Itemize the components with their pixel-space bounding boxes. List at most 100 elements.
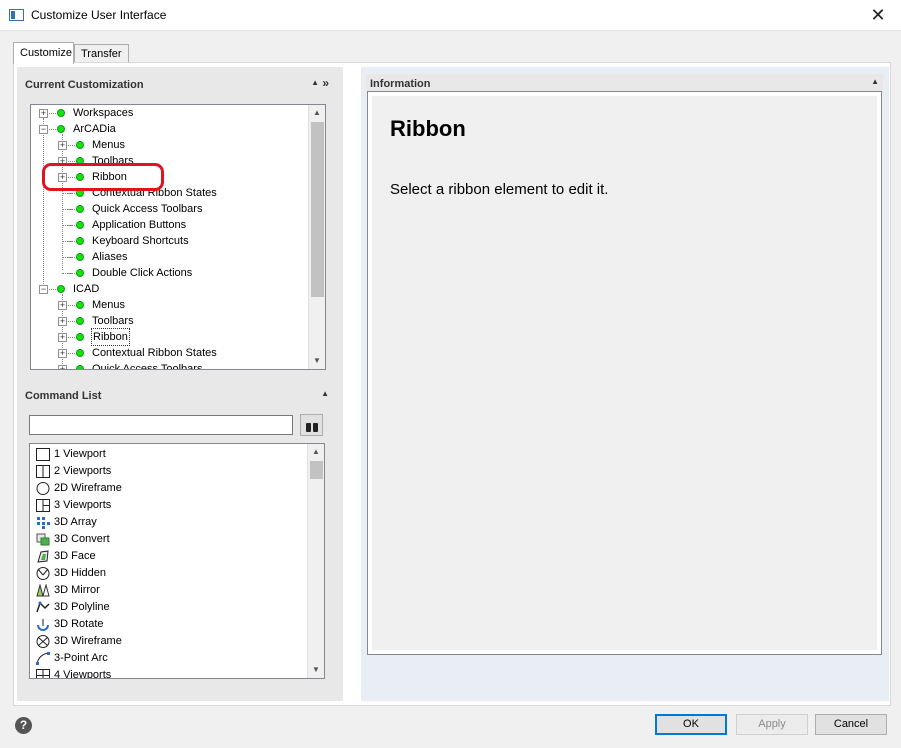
- customization-tree[interactable]: + Quick Access Toolbars + Contextual Ribbon…: [30, 104, 326, 370]
- command-search-input[interactable]: [29, 415, 293, 435]
- ok-button[interactable]: OK: [655, 714, 727, 735]
- expand-icon[interactable]: +: [58, 349, 67, 358]
- help-icon[interactable]: ?: [15, 717, 32, 734]
- command-item[interactable]: 3D Face: [34, 548, 304, 565]
- tree-item-label: ICAD: [73, 283, 100, 295]
- command-item[interactable]: 3D Rotate: [34, 616, 304, 633]
- tree-item[interactable]: Quick Access Toolbars: [31, 201, 308, 217]
- command-item[interactable]: 2 Viewports: [34, 463, 304, 480]
- tree-item[interactable]: + Ribbon: [31, 328, 308, 346]
- expand-icon[interactable]: +: [58, 141, 67, 150]
- tree-item[interactable]: + Quick Access Toolbars: [31, 361, 308, 370]
- command-item-label: 3D Polyline: [54, 601, 110, 613]
- tree-item-label: Contextual Ribbon States: [92, 347, 217, 359]
- collapse-icon[interactable]: ▲: [311, 78, 319, 87]
- status-dot-icon: [76, 253, 84, 261]
- command-item-label: 3D Mirror: [54, 584, 100, 596]
- command-item[interactable]: 3D Wireframe: [34, 633, 304, 650]
- collapse-icon[interactable]: −: [39, 125, 48, 134]
- status-dot-icon: [76, 205, 84, 213]
- command-item[interactable]: 3D Array: [34, 514, 304, 531]
- status-dot-icon: [76, 269, 84, 277]
- tree-item[interactable]: Application Buttons: [31, 217, 308, 233]
- tree-item-label: Aliases: [92, 251, 128, 263]
- information-content: Ribbon Select a ribbon element to edit i…: [372, 96, 877, 650]
- tree-item[interactable]: − ArCADia: [31, 121, 308, 137]
- four-viewports-icon: [36, 669, 50, 678]
- find-button[interactable]: [300, 414, 323, 436]
- expand-right-icon[interactable]: »: [322, 76, 329, 90]
- scroll-thumb[interactable]: [310, 461, 323, 479]
- face-3d-icon: [36, 550, 50, 563]
- binoculars-icon: [306, 419, 318, 432]
- status-dot-icon: [76, 349, 84, 357]
- command-item[interactable]: 2D Wireframe: [34, 480, 304, 497]
- status-dot-icon: [76, 221, 84, 229]
- scroll-up-icon[interactable]: ▲: [308, 444, 324, 460]
- scroll-thumb[interactable]: [311, 122, 324, 297]
- single-viewport-icon: [36, 448, 50, 461]
- cancel-button[interactable]: Cancel: [815, 714, 887, 735]
- tree-item[interactable]: + Menus: [31, 297, 308, 313]
- tab-transfer[interactable]: Transfer: [74, 44, 129, 63]
- collapse-icon[interactable]: ▲: [321, 389, 329, 398]
- tree-item[interactable]: Keyboard Shortcuts: [31, 233, 308, 249]
- tree-item[interactable]: − ICAD: [31, 281, 308, 297]
- collapse-icon[interactable]: −: [39, 285, 48, 294]
- tree-item-label: Toolbars: [92, 315, 134, 327]
- command-item-label: 3D Array: [54, 516, 97, 528]
- expand-icon[interactable]: +: [58, 317, 67, 326]
- tree-item[interactable]: Aliases: [31, 249, 308, 265]
- title-bar: Customize User Interface ✕: [0, 0, 901, 31]
- expand-icon[interactable]: +: [58, 333, 67, 342]
- apply-button[interactable]: Apply: [736, 714, 808, 735]
- command-item[interactable]: 3D Convert: [34, 531, 304, 548]
- command-item-label: 3-Point Arc: [54, 652, 108, 664]
- command-item[interactable]: 3 Viewports: [34, 497, 304, 514]
- expand-icon[interactable]: +: [58, 301, 67, 310]
- tree-item-label: Workspaces: [73, 107, 134, 119]
- convert-3d-icon: [36, 533, 50, 546]
- command-item[interactable]: 4 Viewports: [34, 667, 304, 679]
- tree-item-label: Menus: [92, 139, 126, 151]
- expand-icon[interactable]: +: [58, 365, 67, 369]
- highlight-annotation: [42, 163, 164, 191]
- app-icon: [9, 9, 24, 21]
- command-item[interactable]: 3D Hidden: [34, 565, 304, 582]
- tree-scrollbar[interactable]: ▲ ▼: [308, 105, 325, 369]
- tree-item-label: Quick Access Toolbars: [92, 363, 203, 370]
- close-icon[interactable]: ✕: [855, 0, 901, 31]
- arc-3point-icon: [36, 652, 50, 665]
- scroll-down-icon[interactable]: ▼: [309, 353, 325, 369]
- mirror-3d-icon: [36, 583, 50, 597]
- collapse-icon[interactable]: ▲: [871, 77, 879, 86]
- tab-customize[interactable]: Customize: [13, 42, 74, 64]
- tree-item[interactable]: + Toolbars: [31, 313, 308, 329]
- command-item[interactable]: 3-Point Arc: [34, 650, 304, 667]
- tree-item-label: Keyboard Shortcuts: [92, 235, 189, 247]
- status-dot-icon: [76, 317, 84, 325]
- command-item[interactable]: 3D Polyline: [34, 599, 304, 616]
- command-item-label: 1 Viewport: [54, 448, 106, 460]
- command-scrollbar[interactable]: ▲ ▼: [307, 444, 324, 678]
- tree-item[interactable]: + Contextual Ribbon States: [31, 345, 308, 361]
- scroll-up-icon[interactable]: ▲: [309, 105, 325, 121]
- command-item-label: 3D Face: [54, 550, 96, 562]
- array-3d-icon: [36, 516, 50, 529]
- command-item-label: 4 Viewports: [54, 669, 112, 679]
- window-title: Customize User Interface: [31, 8, 167, 22]
- expand-icon[interactable]: +: [39, 109, 48, 118]
- command-item-label: 2 Viewports: [54, 465, 112, 477]
- command-list[interactable]: 4 Viewports 3-Point Arc 3D Wireframe 3D Rot…: [29, 443, 325, 679]
- command-item-label: 3D Hidden: [54, 567, 106, 579]
- tree-item[interactable]: + Menus: [31, 137, 308, 153]
- tree-item-label: Menus: [92, 299, 126, 311]
- scroll-down-icon[interactable]: ▼: [308, 662, 324, 678]
- command-item[interactable]: 1 Viewport: [34, 446, 304, 463]
- rotate-3d-icon: [36, 618, 50, 631]
- tree-item-label: ArCADia: [73, 123, 116, 135]
- polyline-3d-icon: [36, 601, 50, 614]
- command-item[interactable]: 3D Mirror: [34, 582, 304, 599]
- tree-item[interactable]: + Workspaces: [31, 105, 308, 121]
- tree-item[interactable]: Double Click Actions: [31, 265, 308, 281]
